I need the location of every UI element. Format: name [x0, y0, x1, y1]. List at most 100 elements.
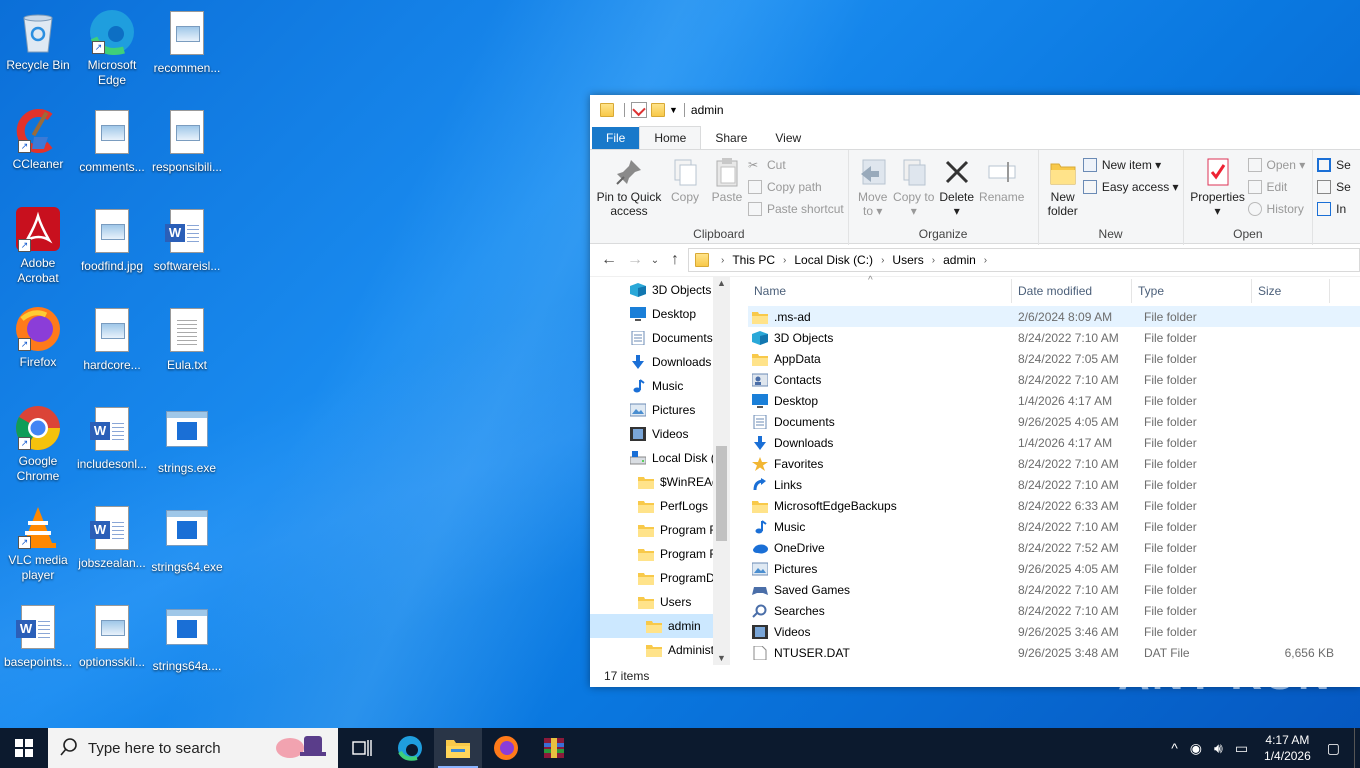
nav-scrollbar[interactable]: ▲ ▼	[713, 276, 730, 665]
nav-item[interactable]: Videos	[590, 422, 730, 446]
column-name[interactable]: Name ^	[748, 275, 1012, 303]
desktop-icon-item[interactable]: strings64.exe	[149, 503, 225, 575]
forward-arrow-icon[interactable]: →	[622, 251, 648, 269]
chevron-right-icon[interactable]: ›	[932, 255, 935, 266]
breadcrumb-this-pc[interactable]: This PC	[732, 253, 775, 267]
desktop-icon-item[interactable]: Recycle Bin	[0, 8, 76, 73]
desktop-icon-item[interactable]: Eula.txt	[149, 305, 225, 373]
file-row[interactable]: Links 8/24/2022 7:10 AM File folder	[748, 474, 1360, 495]
column-date-modified[interactable]: Date modified	[1012, 279, 1132, 303]
select-none-button[interactable]: Se	[1317, 176, 1351, 198]
show-desktop-button[interactable]	[1354, 728, 1360, 768]
chevron-right-icon[interactable]: ›	[721, 255, 724, 266]
address-bar[interactable]: › This PC › Local Disk (C:) › Users › ad…	[688, 248, 1360, 272]
nav-item[interactable]: Music	[590, 374, 730, 398]
recent-chevron-icon[interactable]: ⌄	[648, 255, 662, 266]
nav-item[interactable]: Program Files	[590, 542, 730, 566]
scroll-up-icon[interactable]: ▲	[713, 278, 730, 288]
properties-icon[interactable]	[631, 102, 647, 118]
nav-item[interactable]: 3D Objects	[590, 278, 730, 302]
desktop-icon-item[interactable]: hardcore...	[74, 305, 150, 373]
start-button[interactable]	[0, 728, 48, 768]
desktop-icon-item[interactable]: strings64a....	[149, 602, 225, 674]
column-size[interactable]: Size	[1252, 279, 1330, 303]
new-folder-icon[interactable]	[651, 103, 665, 117]
easy-access-button[interactable]: Easy access ▾	[1082, 176, 1179, 198]
invert-selection-button[interactable]: In	[1317, 198, 1351, 220]
notifications-icon[interactable]: ▢	[1327, 740, 1340, 757]
nav-item[interactable]: admin	[590, 614, 730, 638]
task-view-icon[interactable]	[338, 728, 386, 768]
file-row[interactable]: MicrosoftEdgeBackups 8/24/2022 6:33 AM Fil…	[748, 495, 1360, 516]
nav-item[interactable]: Program Files	[590, 518, 730, 542]
edge-taskbar-icon[interactable]	[386, 728, 434, 768]
nav-item[interactable]: Desktop	[590, 302, 730, 326]
column-type[interactable]: Type	[1132, 279, 1252, 303]
new-item-button[interactable]: New item ▾	[1082, 154, 1179, 176]
scroll-down-icon[interactable]: ▼	[713, 653, 730, 663]
desktop-icon-item[interactable]: ↗ Adobe Acrobat	[0, 206, 76, 286]
desktop-icon-item[interactable]: Wbasepoints...	[0, 602, 76, 670]
file-row[interactable]: OneDrive 8/24/2022 7:52 AM File folder	[748, 537, 1360, 558]
file-row[interactable]: Downloads 1/4/2026 4:17 AM File folder	[748, 432, 1360, 453]
desktop-icon-item[interactable]: Wjobszealan...	[74, 503, 150, 571]
history-button[interactable]: History	[1247, 198, 1306, 220]
nav-item[interactable]: ProgramData	[590, 566, 730, 590]
desktop-icon-item[interactable]: responsibili...	[149, 107, 225, 175]
volume-icon[interactable]: 🔊︎	[1214, 740, 1223, 757]
tab-view[interactable]: View	[761, 127, 815, 149]
desktop-icon-item[interactable]: recommen...	[149, 8, 225, 76]
desktop-icon-item[interactable]: foodfind.jpg	[74, 206, 150, 274]
nav-item[interactable]: Downloads	[590, 350, 730, 374]
desktop-icon-item[interactable]: ↗ VLC media player	[0, 503, 76, 583]
chevron-right-icon[interactable]: ›	[984, 255, 987, 266]
nav-item[interactable]: PerfLogs	[590, 494, 730, 518]
copy-path-button[interactable]: Copy path	[748, 176, 844, 198]
back-arrow-icon[interactable]: ←	[596, 251, 622, 269]
open-button[interactable]: Open ▾	[1247, 154, 1305, 176]
network-icon[interactable]: ▭	[1235, 740, 1248, 757]
file-row[interactable]: Desktop 1/4/2026 4:17 AM File folder	[748, 390, 1360, 411]
file-row[interactable]: Music 8/24/2022 7:10 AM File folder	[748, 516, 1360, 537]
file-row[interactable]: .ms-ad 2/6/2024 8:09 AM File folder	[748, 306, 1360, 327]
file-row[interactable]: 3D Objects 8/24/2022 7:10 AM File folder	[748, 327, 1360, 348]
nav-item[interactable]: Local Disk (C:)	[590, 446, 730, 470]
desktop-icon-item[interactable]: strings.exe	[149, 404, 225, 476]
select-all-button[interactable]: Se	[1317, 154, 1351, 176]
tab-home[interactable]: Home	[639, 126, 702, 149]
winrar-taskbar-icon[interactable]	[530, 728, 578, 768]
chevron-up-icon[interactable]: ^	[1171, 740, 1178, 756]
meet-now-icon[interactable]: ◉	[1190, 740, 1202, 757]
nav-item[interactable]: Users	[590, 590, 730, 614]
cut-button[interactable]: ✂ Cut	[748, 154, 844, 176]
chevron-right-icon[interactable]: ›	[881, 255, 884, 266]
file-row[interactable]: Saved Games 8/24/2022 7:10 AM File folder	[748, 579, 1360, 600]
file-explorer-taskbar-icon[interactable]	[434, 728, 482, 768]
breadcrumb-local-disk[interactable]: Local Disk (C:)	[794, 253, 873, 267]
nav-item[interactable]: Documents	[590, 326, 730, 350]
taskbar-search[interactable]: Type here to search	[48, 728, 338, 768]
desktop-icon-item[interactable]: ↗ Microsoft Edge	[74, 8, 150, 88]
desktop-icon-item[interactable]: optionsskil...	[74, 602, 150, 670]
firefox-taskbar-icon[interactable]	[482, 728, 530, 768]
desktop-icon-item[interactable]: Wsoftwareisl...	[149, 206, 225, 274]
file-row[interactable]: Pictures 9/26/2025 4:05 AM File folder	[748, 558, 1360, 579]
tab-file[interactable]: File	[592, 127, 640, 149]
desktop-icon-item[interactable]: ↗ CCleaner	[0, 107, 76, 172]
scrollbar-thumb[interactable]	[716, 446, 727, 541]
file-row[interactable]: Documents 9/26/2025 4:05 AM File folder	[748, 411, 1360, 432]
file-row[interactable]: Contacts 8/24/2022 7:10 AM File folder	[748, 369, 1360, 390]
desktop-icon-item[interactable]: Wincludesonl...	[74, 404, 150, 472]
tab-share[interactable]: Share	[701, 127, 761, 149]
breadcrumb-users[interactable]: Users	[892, 253, 923, 267]
desktop-icon-item[interactable]: ↗ Firefox	[0, 305, 76, 370]
file-row[interactable]: Favorites 8/24/2022 7:10 AM File folder	[748, 453, 1360, 474]
file-row[interactable]: AppData 8/24/2022 7:05 AM File folder	[748, 348, 1360, 369]
chevron-down-icon[interactable]: ▼	[669, 105, 678, 115]
edit-button[interactable]: Edit	[1247, 176, 1306, 198]
clock[interactable]: 4:17 AM 1/4/2026	[1264, 732, 1311, 764]
nav-item[interactable]: Administrat	[590, 638, 730, 662]
desktop-icon-item[interactable]: ↗ Google Chrome	[0, 404, 76, 484]
file-row[interactable]: Searches 8/24/2022 7:10 AM File folder	[748, 600, 1360, 621]
chevron-right-icon[interactable]: ›	[783, 255, 786, 266]
